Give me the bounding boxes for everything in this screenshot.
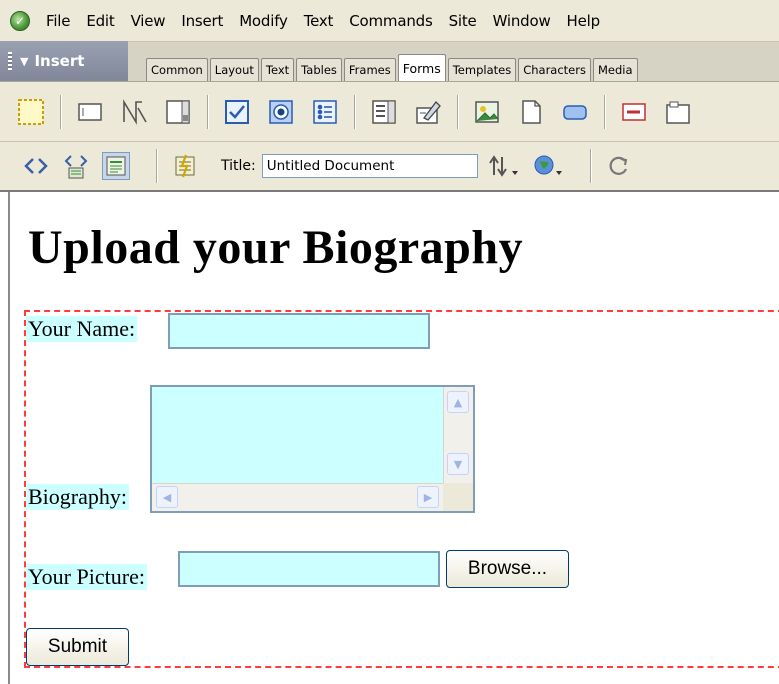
tab-layout[interactable]: Layout [209,58,259,81]
menu-bar: ✓ File Edit View Insert Modify Text Comm… [0,0,779,42]
label-icon[interactable] [619,97,649,127]
biography-textarea[interactable]: ▲ ▼ ◀ ▶ [150,385,475,513]
panel-grip-icon[interactable] [8,52,12,70]
toolbar-separator [589,149,591,183]
menu-edit[interactable]: Edit [78,0,122,42]
toolbar-separator [156,149,157,183]
file-management-icon[interactable] [488,152,520,180]
your-name-input[interactable] [168,313,430,349]
menu-text[interactable]: Text [296,0,342,42]
document-toolbar: Title: [0,142,779,192]
toolbar-separator [354,94,355,129]
form-icon[interactable] [16,97,46,127]
radio-group-icon[interactable] [310,97,340,127]
scroll-left-icon[interactable]: ◀ [156,486,178,508]
app-logo-icon[interactable]: ✓ [10,10,30,31]
forms-toolbar [0,82,779,142]
menu-file[interactable]: File [38,0,78,42]
scroll-up-icon[interactable]: ▲ [447,391,469,413]
insert-tabs: Common Layout Text Tables Frames Forms T… [128,41,640,81]
insert-panel-header[interactable]: ▼ Insert [0,41,128,81]
your-picture-label: Your Picture: [26,564,147,590]
menu-insert[interactable]: Insert [173,0,231,42]
image-field-icon[interactable] [472,97,502,127]
code-view-icon[interactable] [22,152,50,180]
menu-window[interactable]: Window [485,0,559,42]
radio-button-icon[interactable] [266,97,296,127]
scroll-down-icon[interactable]: ▼ [447,453,469,475]
tab-frames[interactable]: Frames [343,58,396,81]
checkbox-icon[interactable] [222,97,252,127]
collapse-triangle-icon[interactable]: ▼ [20,55,28,68]
fieldset-icon[interactable] [663,97,693,127]
toolbar-separator [604,94,605,129]
preview-browser-icon[interactable] [532,152,564,180]
list-menu-icon[interactable] [369,97,399,127]
tab-forms[interactable]: Forms [397,54,446,81]
file-field-icon[interactable] [516,97,546,127]
your-name-label: Your Name: [26,316,138,342]
submit-button[interactable]: Submit [26,628,129,666]
menu-site[interactable]: Site [441,0,485,42]
toolbar-separator [457,94,458,129]
browse-button[interactable]: Browse... [446,550,569,588]
document-design-view: Upload your Biography Your Name: Biograp… [8,192,779,684]
toolbar-separator [207,94,208,129]
insert-bar: ▼ Insert Common Layout Text Tables Frame… [0,41,779,82]
biography-label: Biography: [26,484,129,510]
tab-templates[interactable]: Templates [447,58,517,81]
toolbar-separator [60,94,61,129]
menu-help[interactable]: Help [559,0,608,42]
tab-media[interactable]: Media [592,58,638,81]
refresh-icon[interactable] [605,152,633,180]
tab-characters[interactable]: Characters [518,58,591,81]
textarea-vertical-scrollbar[interactable]: ▲ ▼ [443,387,473,483]
design-view-icon[interactable] [102,152,130,180]
text-field-icon[interactable] [75,97,105,127]
scroll-right-icon[interactable]: ▶ [417,486,439,508]
tab-text[interactable]: Text [260,58,295,81]
tab-tables[interactable]: Tables [296,58,342,81]
menu-view[interactable]: View [123,0,174,42]
insert-panel-title: Insert [34,52,85,70]
menu-modify[interactable]: Modify [231,0,296,42]
dreamweaver-window: ✓ File Edit View Insert Modify Text Comm… [0,0,779,684]
jump-menu-icon[interactable] [413,97,443,127]
menu-commands[interactable]: Commands [341,0,440,42]
split-view-icon[interactable] [62,152,90,180]
hidden-field-icon[interactable] [119,97,149,127]
document-title-input[interactable] [261,154,478,178]
your-picture-file-input[interactable] [178,551,440,587]
textarea-horizontal-scrollbar[interactable]: ◀ ▶ [152,483,443,511]
page-heading: Upload your Biography [28,221,524,274]
button-icon[interactable] [560,97,590,127]
live-data-icon[interactable] [171,152,199,180]
tab-common[interactable]: Common [146,58,208,81]
textarea-icon[interactable] [163,97,193,127]
title-label: Title: [221,158,256,174]
scrollbar-corner [443,483,473,511]
